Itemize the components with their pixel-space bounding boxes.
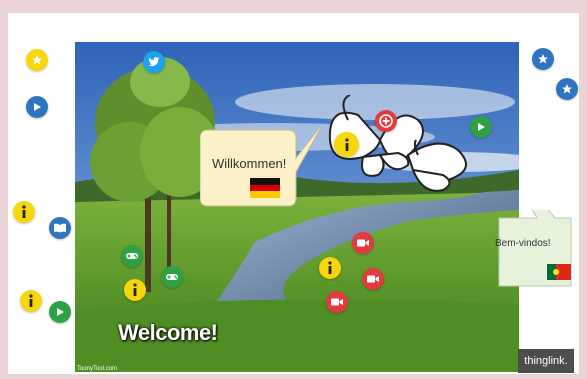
welcome-title: Welcome! [118, 320, 218, 345]
info-tag-icon[interactable] [20, 290, 42, 312]
gamepad-tag-icon[interactable] [121, 245, 143, 267]
twitter-tag-icon[interactable] [143, 51, 165, 73]
portuguese-greeting: Bem-vindos! [495, 238, 551, 249]
play-tag-icon[interactable] [470, 116, 492, 138]
portugal-flag [547, 264, 571, 280]
plus-tag-icon[interactable] [375, 110, 397, 132]
info-tag-icon[interactable] [124, 279, 146, 301]
star-tag-icon[interactable] [26, 49, 48, 71]
star-tag-icon[interactable] [532, 48, 554, 70]
image-credit: ToonyTool.com [77, 366, 118, 372]
germany-flag [250, 178, 280, 198]
info-tag-icon[interactable] [13, 201, 35, 223]
german-speech-bubble[interactable]: Willkommen! [200, 128, 322, 207]
thinglink-logo[interactable]: thinglink. [518, 349, 574, 373]
star-tag-icon[interactable] [556, 78, 578, 100]
info-tag-icon[interactable] [319, 257, 341, 279]
video-tag-icon[interactable] [326, 291, 348, 313]
portuguese-speech-bubble[interactable]: Bem-vindos! [495, 210, 573, 288]
book-tag-icon[interactable] [49, 217, 71, 239]
video-tag-icon[interactable] [362, 268, 384, 290]
german-greeting: Willkommen! [212, 156, 287, 171]
info-tag-icon[interactable] [334, 132, 359, 157]
play-tag-icon[interactable] [49, 301, 71, 323]
video-tag-icon[interactable] [352, 232, 374, 254]
play-tag-icon[interactable] [26, 96, 48, 118]
gamepad-tag-icon[interactable] [161, 266, 183, 288]
